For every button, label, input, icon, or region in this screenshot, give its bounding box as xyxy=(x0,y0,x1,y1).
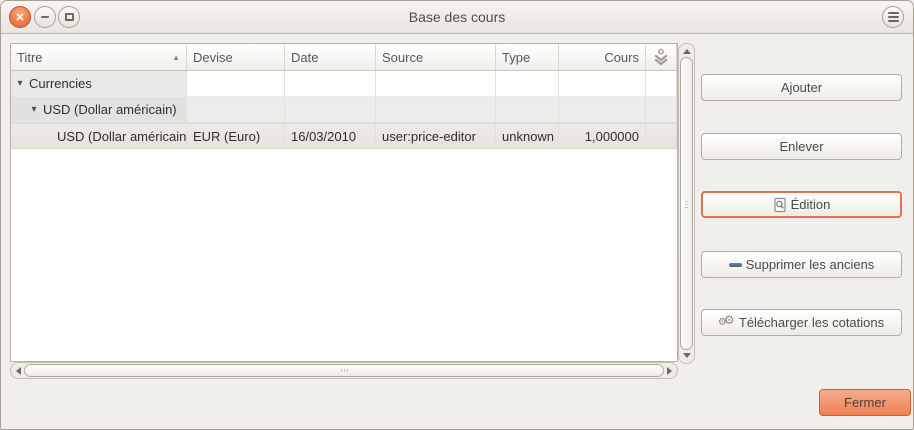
vertical-scrollbar[interactable] xyxy=(678,43,695,364)
cell-cours xyxy=(559,71,646,97)
sort-ascending-icon: ▲ xyxy=(172,53,180,62)
close-button[interactable]: ✕ xyxy=(9,6,31,28)
column-header-jump[interactable] xyxy=(646,44,677,70)
maximize-icon xyxy=(65,13,74,21)
cell-jump xyxy=(646,97,677,123)
cell-devise: EUR (Euro) xyxy=(187,123,285,149)
cell-type: unknown xyxy=(496,123,559,149)
edit-button[interactable]: Édition xyxy=(701,191,902,218)
menu-icon xyxy=(888,16,899,18)
expander-open-icon[interactable]: ▾ xyxy=(29,104,39,115)
scrollbar-grip xyxy=(685,204,688,205)
column-label: Devise xyxy=(193,50,233,65)
maximize-button[interactable] xyxy=(58,6,80,28)
cell-type xyxy=(496,97,559,123)
minimize-button[interactable] xyxy=(34,6,56,28)
add-button[interactable]: Ajouter xyxy=(701,74,902,101)
remove-old-button[interactable]: Supprimer les anciens xyxy=(701,251,902,278)
cell-date xyxy=(285,71,376,97)
button-label: Télécharger les cotations xyxy=(739,315,884,330)
cell-date: 16/03/2010 xyxy=(285,123,376,149)
window-title: Base des cours xyxy=(1,1,913,34)
minus-icon xyxy=(729,263,742,267)
cell-titre: ▾ USD (Dollar américain) xyxy=(11,97,187,123)
cell-text: USD (Dollar américain) xyxy=(57,129,187,144)
cell-source: user:price-editor xyxy=(376,123,496,149)
table-row-usd-price-selected[interactable]: USD (Dollar américain) EUR (Euro) 16/03/… xyxy=(11,123,677,149)
close-dialog-button[interactable]: Fermer xyxy=(819,389,911,416)
button-label: Fermer xyxy=(844,395,886,410)
table-row-currencies[interactable]: ▾ Currencies xyxy=(11,71,677,97)
edit-document-icon xyxy=(773,197,787,213)
cell-text: USD (Dollar américain) xyxy=(43,102,177,117)
horizontal-scrollbar[interactable] xyxy=(10,362,678,379)
cell-titre: USD (Dollar américain) xyxy=(11,123,187,149)
price-table: Titre ▲ Devise Date Source Type Cours xyxy=(10,43,678,362)
cell-cours: 1,000000 xyxy=(559,123,646,149)
column-label: Titre xyxy=(17,50,43,65)
column-label: Source xyxy=(382,50,423,65)
button-label: Enlever xyxy=(779,139,823,154)
cell-text: unknown xyxy=(502,129,554,144)
table-header: Titre ▲ Devise Date Source Type Cours xyxy=(11,44,677,71)
button-label: Ajouter xyxy=(781,80,822,95)
minimize-icon xyxy=(41,16,49,18)
column-label: Type xyxy=(502,50,530,65)
cell-text: Currencies xyxy=(29,76,92,91)
titlebar: ✕ Base des cours xyxy=(1,1,913,34)
cell-source xyxy=(376,71,496,97)
scroll-left-icon[interactable] xyxy=(16,367,21,375)
cell-devise xyxy=(187,97,285,123)
scroll-down-icon[interactable] xyxy=(683,353,691,358)
cell-text: 1,000000 xyxy=(585,129,639,144)
cell-text: user:price-editor xyxy=(382,129,476,144)
column-header-titre[interactable]: Titre ▲ xyxy=(11,44,187,70)
close-icon: ✕ xyxy=(15,11,24,24)
remove-button[interactable]: Enlever xyxy=(701,133,902,160)
jump-down-icon xyxy=(653,48,669,67)
scrollbar-grip xyxy=(344,369,345,372)
price-database-window: ✕ Base des cours Titre ▲ Devise Date So xyxy=(0,0,914,430)
cell-jump xyxy=(646,71,677,97)
column-header-cours[interactable]: Cours xyxy=(559,44,646,70)
gears-icon: ⚙ ⚙ xyxy=(719,315,735,331)
scroll-right-icon[interactable] xyxy=(667,367,672,375)
column-label: Cours xyxy=(604,50,639,65)
cell-source xyxy=(376,97,496,123)
column-header-source[interactable]: Source xyxy=(376,44,496,70)
cell-date xyxy=(285,97,376,123)
button-label: Édition xyxy=(791,197,831,212)
scroll-up-icon[interactable] xyxy=(683,49,691,54)
cell-titre: ▾ Currencies xyxy=(11,71,187,97)
cell-devise xyxy=(187,71,285,97)
column-header-devise[interactable]: Devise xyxy=(187,44,285,70)
vertical-scrollbar-thumb[interactable] xyxy=(680,57,693,350)
column-header-date[interactable]: Date xyxy=(285,44,376,70)
horizontal-scrollbar-thumb[interactable] xyxy=(24,364,664,377)
expander-open-icon[interactable]: ▾ xyxy=(15,78,25,89)
table-row-usd[interactable]: ▾ USD (Dollar américain) xyxy=(11,97,677,123)
get-quotes-button[interactable]: ⚙ ⚙ Télécharger les cotations xyxy=(701,309,902,336)
cell-text: EUR (Euro) xyxy=(193,129,260,144)
column-header-type[interactable]: Type xyxy=(496,44,559,70)
cell-type xyxy=(496,71,559,97)
column-label: Date xyxy=(291,50,318,65)
cell-cours xyxy=(559,97,646,123)
button-label: Supprimer les anciens xyxy=(746,257,875,272)
cell-text: 16/03/2010 xyxy=(291,129,356,144)
window-menu-button[interactable] xyxy=(882,6,904,28)
cell-jump xyxy=(646,123,677,149)
